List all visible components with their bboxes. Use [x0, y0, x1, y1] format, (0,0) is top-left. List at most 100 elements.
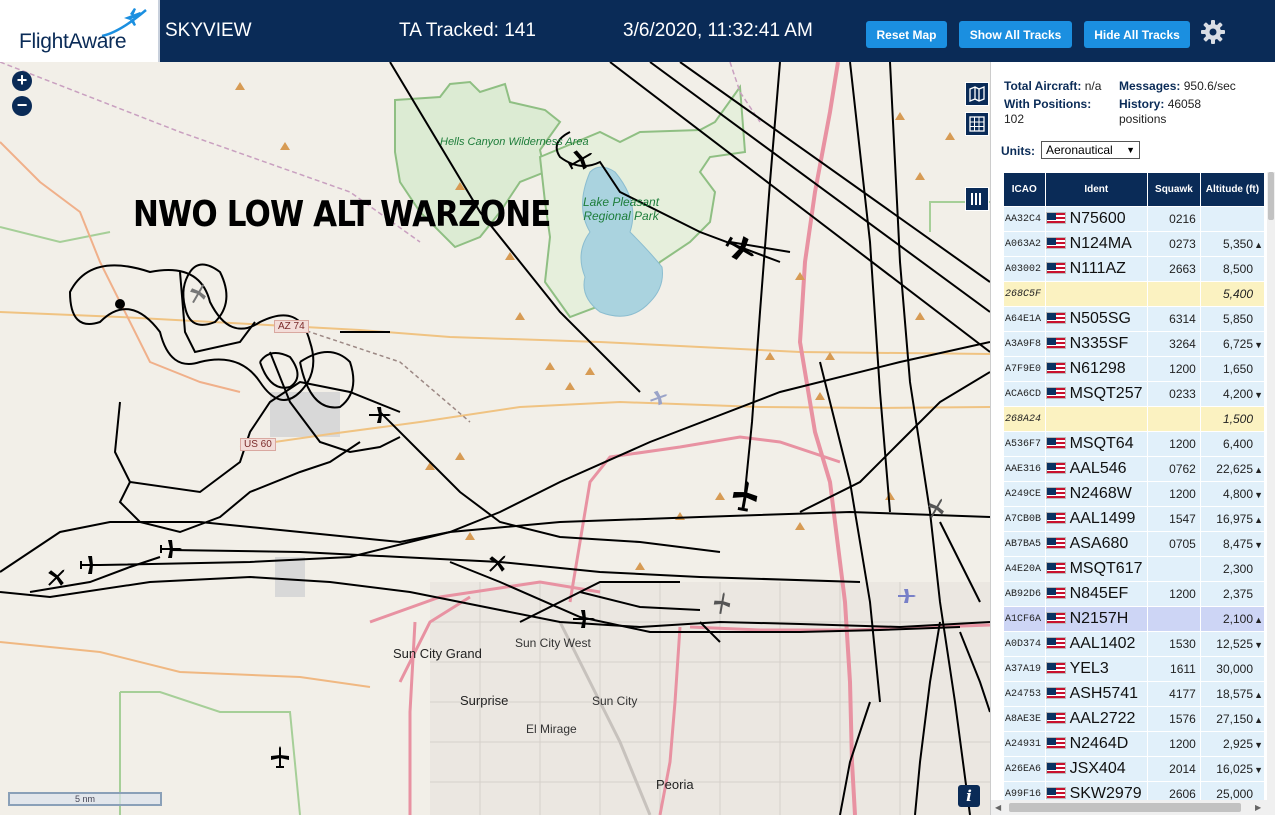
cell-squawk: 1611	[1148, 657, 1200, 681]
zoom-in-button[interactable]: +	[12, 71, 32, 91]
units-select[interactable]: Aeronautical ▼	[1041, 141, 1140, 159]
map-layers-button[interactable]	[965, 82, 989, 106]
aircraft-row[interactable]: A99F16 SKW2979 2606 25,000	[1004, 782, 1264, 802]
altitude-text: 18,575	[1216, 687, 1253, 701]
cell-squawk: 1200	[1148, 357, 1200, 381]
aircraft-row[interactable]: A37A19 YEL3 1611 30,000	[1004, 657, 1264, 681]
aircraft-row[interactable]: 268C5F 5,400	[1004, 282, 1264, 306]
table-vertical-scrollbar[interactable]	[1267, 172, 1275, 802]
altitude-text: 22,625	[1216, 462, 1253, 476]
aircraft-row[interactable]: AB92D6 N845EF 1200 2,375	[1004, 582, 1264, 606]
aircraft-table-container: ICAO Ident Squawk Altitude (ft) AA32C4 N7…	[1003, 172, 1265, 802]
col-header-icao[interactable]: ICAO	[1004, 173, 1045, 206]
cell-squawk: 0273	[1148, 232, 1200, 256]
col-header-squawk[interactable]: Squawk	[1148, 173, 1200, 206]
aircraft-row[interactable]: A1CF6A N2157H 2,100▲	[1004, 607, 1264, 631]
us-flag-icon	[1045, 212, 1066, 224]
aircraft-row[interactable]: A0D374 AAL1402 1530 12,525▼	[1004, 632, 1264, 656]
history-value: 46058	[1167, 97, 1202, 111]
zoom-out-button[interactable]: −	[12, 96, 32, 116]
map-view[interactable]: Hells Canyon Wilderness Area Lake Pleasa…	[0, 62, 990, 815]
us-flag-icon	[1045, 437, 1066, 449]
aircraft-row[interactable]: A03002 N111AZ 2663 8,500	[1004, 257, 1264, 281]
altitude-text: 4,200	[1222, 387, 1253, 401]
cell-altitude: 2,300	[1200, 557, 1264, 581]
cell-ident: N61298	[1045, 357, 1148, 381]
ident-text: N2157H	[1069, 610, 1129, 627]
cell-ident: N124MA	[1045, 232, 1148, 256]
cell-ident: JSX404	[1045, 757, 1148, 781]
cell-squawk: 1576	[1148, 707, 1200, 731]
toggle-sidebar-button[interactable]	[965, 187, 989, 211]
aircraft-row[interactable]: A7CB0B AAL1499 1547 16,975▲	[1004, 507, 1264, 531]
ident-text: ASA680	[1069, 535, 1129, 552]
aircraft-row[interactable]: A7F9E0 N61298 1200 1,650	[1004, 357, 1264, 381]
cell-altitude: 1,650	[1200, 357, 1264, 381]
cell-altitude: 18,575▲	[1200, 682, 1264, 706]
us-flag-icon	[1045, 612, 1066, 624]
cell-squawk	[1148, 282, 1200, 306]
aircraft-row[interactable]: A24753 ASH5741 4177 18,575▲	[1004, 682, 1264, 706]
cell-icao: A99F16	[1004, 782, 1045, 802]
aircraft-row[interactable]: AA32C4 N75600 0216	[1004, 207, 1264, 231]
aircraft-row[interactable]: A249CE N2468W 1200 4,800▼	[1004, 482, 1264, 506]
cell-icao: A249CE	[1004, 482, 1045, 506]
grid-toggle-button[interactable]	[965, 112, 989, 136]
aircraft-row[interactable]: AB7BA5 ASA680 0705 8,475▼	[1004, 532, 1264, 556]
scroll-left-icon[interactable]: ◀	[995, 803, 1001, 812]
ident-text: N61298	[1069, 360, 1126, 377]
aircraft-row[interactable]: 268A24 1,500	[1004, 407, 1264, 431]
cell-squawk: 2663	[1148, 257, 1200, 281]
aircraft-row[interactable]: A4E20A MSQT617 2,300	[1004, 557, 1264, 581]
col-header-altitude[interactable]: Altitude (ft)	[1200, 173, 1264, 206]
cell-ident: AAL1499	[1045, 507, 1148, 531]
cell-icao: A1CF6A	[1004, 607, 1045, 631]
us-flag-icon	[1045, 462, 1066, 474]
altitude-text: 1,500	[1222, 412, 1253, 426]
aircraft-row[interactable]: A64E1A N505SG 6314 5,850	[1004, 307, 1264, 331]
ident-text: N2464D	[1069, 735, 1129, 752]
chevron-down-icon: ▼	[1126, 145, 1135, 155]
aircraft-row[interactable]: A26EA6 JSX404 2014 16,025▼	[1004, 757, 1264, 781]
aircraft-row[interactable]: AAE316 AAL546 0762 22,625▲	[1004, 457, 1264, 481]
altitude-trend-icon: ▼	[1254, 540, 1263, 550]
flightaware-logo[interactable]: FlightAware	[0, 0, 160, 62]
reset-map-button[interactable]: Reset Map	[866, 21, 947, 48]
cell-icao: A4E20A	[1004, 557, 1045, 581]
cell-altitude: 5,350▲	[1200, 232, 1264, 256]
scroll-right-icon[interactable]: ▶	[1255, 803, 1261, 812]
aircraft-row[interactable]: A536F7 MSQT64 1200 6,400	[1004, 432, 1264, 456]
aircraft-row[interactable]: A063A2 N124MA 0273 5,350▲	[1004, 232, 1264, 256]
map-label-lake-pleasant: Lake Pleasant Regional Park	[582, 195, 660, 223]
aircraft-row[interactable]: ACA6CD MSQT257 0233 4,200▼	[1004, 382, 1264, 406]
altitude-text: 2,300	[1222, 562, 1253, 576]
scrollbar-thumb[interactable]	[1009, 803, 1241, 812]
col-header-ident[interactable]: Ident	[1045, 173, 1148, 206]
cell-ident: ASH5741	[1045, 682, 1148, 706]
altitude-text: 30,000	[1216, 662, 1253, 676]
tracked-count: TA Tracked: 141	[399, 20, 536, 41]
us-flag-icon	[1045, 587, 1066, 599]
us-flag-icon	[1045, 337, 1066, 349]
cell-ident: N75600	[1045, 207, 1148, 231]
ident-text: N124MA	[1069, 235, 1132, 252]
columns-icon	[971, 193, 981, 205]
altitude-text: 2,100	[1222, 612, 1253, 626]
show-all-tracks-button[interactable]: Show All Tracks	[959, 21, 1072, 48]
altitude-text: 16,975	[1216, 512, 1253, 526]
altitude-text: 6,400	[1222, 437, 1253, 451]
cell-icao: A0D374	[1004, 632, 1045, 656]
cell-squawk: 0216	[1148, 207, 1200, 231]
altitude-trend-icon: ▲	[1254, 690, 1263, 700]
sidebar-horizontal-scrollbar[interactable]: ◀ ▶	[991, 800, 1275, 815]
cell-altitude: 5,400	[1200, 282, 1264, 306]
aircraft-row[interactable]: A3A9F8 N335SF 3264 6,725▼	[1004, 332, 1264, 356]
gear-icon[interactable]	[1200, 19, 1226, 45]
altitude-text: 8,475	[1222, 537, 1253, 551]
info-button[interactable]: i	[958, 785, 980, 807]
hide-all-tracks-button[interactable]: Hide All Tracks	[1084, 21, 1190, 48]
scrollbar-thumb[interactable]	[1268, 172, 1274, 220]
aircraft-row[interactable]: A24931 N2464D 1200 2,925▼	[1004, 732, 1264, 756]
aircraft-row[interactable]: A8AE3E AAL2722 1576 27,150▲	[1004, 707, 1264, 731]
cell-altitude: 1,500	[1200, 407, 1264, 431]
